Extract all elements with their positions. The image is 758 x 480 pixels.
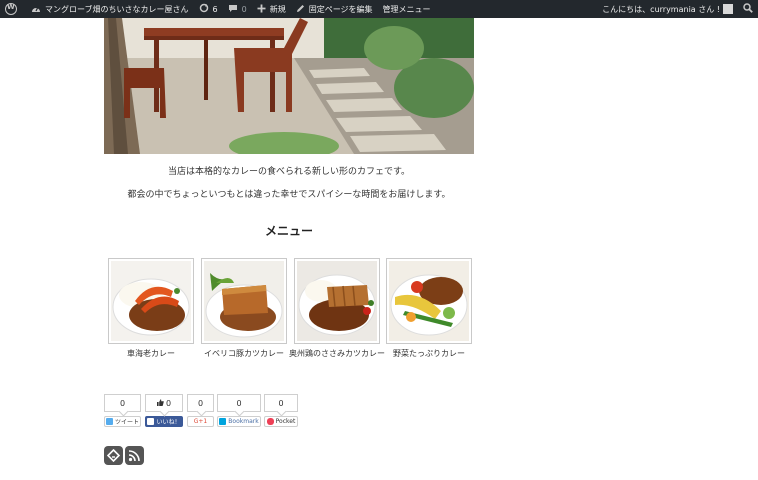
menu-item-image[interactable] (108, 258, 194, 344)
dashboard-icon (31, 4, 41, 15)
rss-icon[interactable] (125, 446, 144, 465)
edit-page-label: 固定ページを編集 (308, 4, 373, 14)
menu-item-label[interactable]: 野菜たっぷりカレー (379, 348, 479, 359)
pocket-share: 0 Pocket (264, 394, 298, 427)
facebook-like-button[interactable]: いいね！ (145, 416, 183, 427)
hatena-share: 0 Bookmark (217, 394, 261, 427)
twitter-share-label: ツイート (114, 419, 139, 426)
facebook-count: 0 (145, 394, 183, 412)
thumbs-up-icon (156, 398, 164, 408)
facebook-like-label: いいね！ (156, 419, 181, 426)
facebook-share: 0 いいね！ (145, 394, 183, 427)
comments-link[interactable]: 0 (223, 0, 252, 18)
new-content-link[interactable]: 新規 (252, 0, 291, 18)
hatena-bookmark-button[interactable]: Bookmark (217, 416, 261, 427)
pocket-label: Pocket (275, 418, 296, 425)
intro-text-1: 当店は本格的なカレーの食べられる新しい形のカフェです。 (167, 167, 411, 177)
plus-icon (257, 4, 266, 15)
pencil-icon (296, 4, 305, 15)
menu-item-label[interactable]: 奥州鶏のささみカツカレー (287, 348, 387, 359)
twitter-count: 0 (104, 394, 141, 412)
twitter-share-button[interactable]: ツイート (104, 416, 141, 427)
search-icon (743, 3, 753, 15)
updates-count: 6 (212, 4, 218, 14)
google-count: 0 (187, 394, 214, 412)
menu-item-image[interactable] (294, 258, 380, 344)
hatena-icon (219, 418, 227, 425)
feedly-icon[interactable] (104, 446, 123, 465)
menu-heading: メニュー (264, 224, 313, 238)
updates-link[interactable]: 6 (194, 0, 223, 18)
comments-icon (228, 4, 238, 15)
twitter-share: 0 ツイート (104, 394, 141, 427)
menu-item-image[interactable] (386, 258, 472, 344)
pocket-count: 0 (264, 394, 298, 412)
google-plus-button[interactable]: G+1 (187, 416, 214, 427)
hatena-count: 0 (217, 394, 261, 412)
twitter-icon (105, 418, 113, 425)
my-account-link[interactable]: こんにちは、currymania さん ! (597, 0, 738, 18)
avatar (723, 4, 733, 14)
edit-page-link[interactable]: 固定ページを編集 (291, 0, 378, 18)
menu-item-label[interactable]: 車海老カレー (101, 348, 201, 359)
cafe-terrace-image (104, 18, 474, 154)
intro-text-2: 都会の中でちょっといつもとは違った幸せでスパイシーな時間をお届けします。 (127, 190, 451, 200)
menu-item-label[interactable]: イベリコ豚カツカレー (194, 348, 294, 359)
wordpress-menu[interactable] (0, 0, 26, 18)
admin-menu-link[interactable]: 管理メニュー (378, 0, 436, 18)
updates-icon (199, 3, 209, 15)
hatena-bookmark-label: Bookmark (228, 418, 259, 425)
facebook-count-value: 0 (165, 398, 172, 408)
pocket-button[interactable]: Pocket (264, 416, 298, 427)
menu-item-image[interactable] (201, 258, 287, 344)
facebook-icon (147, 418, 155, 425)
admin-bar: マングローブ畑のちいさなカレー屋さん 6 0 新規 固定ページを編集 管理メニュ… (0, 0, 758, 18)
site-name-link[interactable]: マングローブ畑のちいさなカレー屋さん (26, 0, 194, 18)
google-share: 0 G+1 (187, 394, 214, 427)
greeting-text: こんにちは、currymania さん ! (602, 4, 720, 14)
wordpress-logo-icon (5, 3, 17, 15)
search-button[interactable] (738, 0, 758, 18)
admin-menu-label: 管理メニュー (382, 4, 431, 14)
site-name: マングローブ畑のちいさなカレー屋さん (45, 4, 189, 14)
pocket-icon (266, 418, 274, 425)
comments-count: 0 (241, 4, 247, 14)
new-label: 新規 (269, 4, 286, 14)
